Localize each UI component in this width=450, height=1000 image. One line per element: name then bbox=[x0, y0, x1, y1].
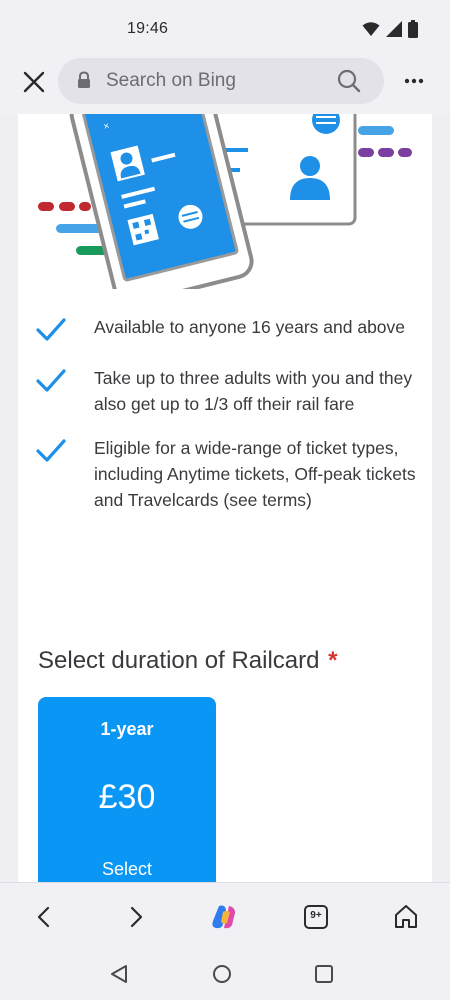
status-time: 19:46 bbox=[127, 20, 169, 37]
duration-heading: Select duration of Railcard * bbox=[38, 647, 338, 675]
tab-count: 9+ bbox=[310, 910, 322, 921]
checkmark-icon bbox=[36, 439, 66, 462]
more-horizontal-icon bbox=[404, 78, 424, 84]
plan-card-1-year[interactable]: 1-year £30 Select bbox=[38, 697, 216, 882]
features-list: Available to anyone 16 years and above T… bbox=[36, 314, 416, 531]
battery-icon bbox=[408, 20, 418, 38]
duration-title: Select duration of Railcard bbox=[38, 647, 320, 674]
forward-button[interactable] bbox=[122, 903, 150, 931]
signal-icon bbox=[386, 21, 402, 37]
lock-icon bbox=[78, 71, 90, 88]
copilot-button[interactable] bbox=[210, 903, 238, 931]
system-navigation-bar bbox=[0, 948, 450, 1000]
chevron-left-icon bbox=[37, 906, 50, 928]
checkmark-icon bbox=[36, 318, 66, 341]
more-options-button[interactable] bbox=[404, 72, 424, 95]
search-icon[interactable] bbox=[336, 68, 362, 94]
railcard-illustration: × bbox=[38, 114, 412, 289]
feature-text: Take up to three adults with you and the… bbox=[94, 368, 413, 414]
feature-text: Available to anyone 16 years and above bbox=[94, 317, 406, 337]
tabs-button[interactable]: 9+ bbox=[302, 903, 330, 931]
select-plan-button[interactable]: Select bbox=[38, 859, 216, 880]
required-marker: * bbox=[328, 647, 338, 674]
close-icon bbox=[23, 71, 45, 93]
copilot-icon bbox=[212, 905, 235, 929]
list-item: Take up to three adults with you and the… bbox=[36, 365, 416, 417]
list-item: Available to anyone 16 years and above bbox=[36, 314, 416, 347]
home-button[interactable] bbox=[392, 903, 420, 931]
close-tab-button[interactable] bbox=[20, 68, 48, 96]
plan-period: 1-year bbox=[100, 719, 154, 739]
home-icon bbox=[395, 905, 417, 928]
search-input[interactable]: Search on Bing bbox=[106, 70, 236, 92]
list-item: Eligible for a wide-range of ticket type… bbox=[36, 435, 416, 513]
status-icons bbox=[362, 20, 418, 38]
system-recents-icon[interactable] bbox=[313, 963, 335, 985]
checkmark-icon bbox=[36, 369, 66, 392]
system-back-icon[interactable] bbox=[108, 963, 130, 985]
chevron-right-icon bbox=[130, 906, 143, 928]
plan-price: £30 bbox=[98, 778, 156, 816]
browser-toolbar: Search on Bing bbox=[0, 58, 450, 114]
back-button[interactable] bbox=[30, 903, 58, 931]
address-bar[interactable]: Search on Bing bbox=[58, 58, 384, 104]
feature-text: Eligible for a wide-range of ticket type… bbox=[94, 438, 416, 510]
system-home-icon[interactable] bbox=[211, 963, 233, 985]
wifi-icon bbox=[362, 22, 380, 36]
browser-bottom-bar: 9+ bbox=[0, 882, 450, 948]
status-bar: 19:46 bbox=[0, 0, 450, 58]
web-page: × Available to anyone 16 years and above… bbox=[18, 114, 432, 882]
